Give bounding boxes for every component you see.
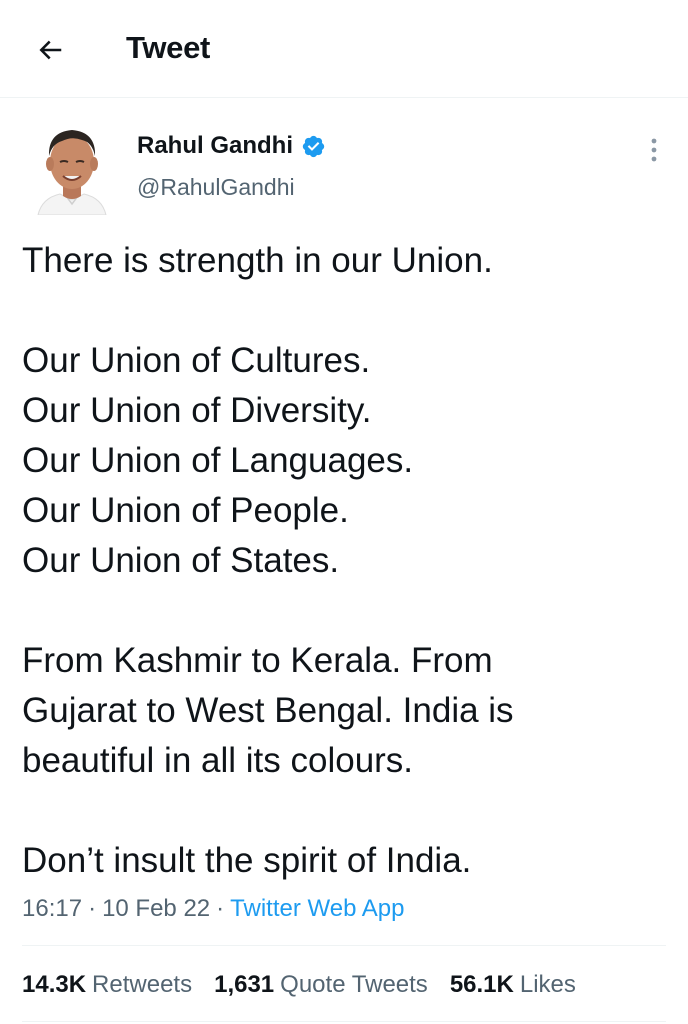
meta-separator: ·: [88, 895, 97, 922]
tweet-line: Our Union of People.: [22, 491, 349, 530]
likes-label: Likes: [519, 971, 576, 998]
tweet-line: beautiful in all its colours.: [22, 741, 414, 780]
retweets-count: 14.3K: [22, 971, 87, 998]
verified-badge-icon: [301, 134, 326, 159]
tweet-text: There is strength in our Union. Our Unio…: [22, 236, 662, 886]
more-options-button[interactable]: [636, 132, 672, 168]
arrow-left-icon: [39, 40, 62, 60]
quote-tweets-label: Quote Tweets: [280, 971, 428, 998]
tweet-line: There is strength in our Union.: [22, 241, 493, 280]
tweet-line: Our Union of States.: [22, 541, 340, 580]
retweets-label: Retweets: [92, 971, 193, 998]
tweet-date[interactable]: 10 Feb 22: [102, 895, 210, 922]
quote-tweets-stat[interactable]: 1,631 Quote Tweets: [214, 968, 428, 1002]
tweet-line-gap: [22, 786, 662, 836]
quote-tweets-count: 1,631: [214, 971, 275, 998]
retweets-stat[interactable]: 14.3K Retweets: [22, 968, 192, 1002]
avatar-photo: [37, 130, 107, 215]
meta-separator: ·: [216, 895, 225, 922]
tweet-stats: 14.3K Retweets 1,631 Quote Tweets 56.1K Lik…: [22, 968, 598, 1002]
avatar[interactable]: [36, 120, 108, 215]
top-bar: Tweet: [0, 0, 688, 98]
tweet-line: From Kashmir to Kerala. From: [22, 641, 493, 680]
author-handle[interactable]: @RahulGandhi: [137, 172, 295, 202]
likes-count: 56.1K: [449, 971, 514, 998]
tweet-source-link[interactable]: Twitter Web App: [230, 895, 404, 922]
back-button[interactable]: [26, 26, 74, 74]
tweet-line: Our Union of Languages.: [22, 441, 414, 480]
divider: [22, 945, 666, 946]
tweet-time[interactable]: 16:17: [22, 895, 82, 922]
author-name-text: Rahul Gandhi: [137, 132, 293, 159]
tweet-line: Gujarat to West Bengal. India is: [22, 691, 514, 730]
tweet-line: Don’t insult the spirit of India.: [22, 841, 472, 880]
tweet-line-gap: [22, 286, 662, 336]
tweet-line: Our Union of Cultures.: [22, 341, 371, 380]
tweet-meta: 16:17 · 10 Feb 22 · Twitter Web App: [22, 893, 404, 925]
author-name[interactable]: Rahul Gandhi: [137, 131, 326, 161]
page-title: Tweet: [126, 30, 211, 65]
tweet-line: Our Union of Diversity.: [22, 391, 372, 430]
divider: [22, 1021, 666, 1022]
more-vertical-icon: [651, 138, 657, 162]
likes-stat[interactable]: 56.1K Likes: [450, 968, 576, 1002]
tweet-line-gap: [22, 586, 662, 636]
